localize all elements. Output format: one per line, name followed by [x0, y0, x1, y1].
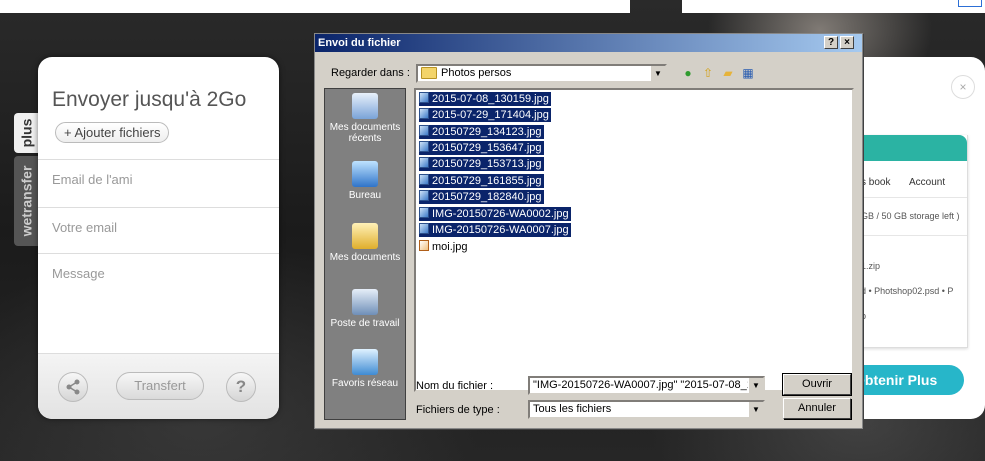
cancel-button[interactable]: Annuler	[783, 398, 851, 419]
list-item[interactable]: IMG-20150726-WA0007.jpg	[419, 223, 571, 237]
place-my-documents[interactable]: Mes documents	[325, 223, 405, 263]
places-bar: Mes documents récents Bureau Mes documen…	[324, 88, 406, 420]
folder-icon	[421, 67, 437, 80]
new-folder-icon[interactable]: ▰	[720, 65, 736, 81]
recent-documents-icon	[352, 93, 378, 119]
list-item[interactable]: moi.jpg	[419, 240, 469, 254]
add-files-button[interactable]: + Ajouter fichiers	[55, 122, 170, 143]
share-icon	[66, 379, 80, 395]
share-button[interactable]	[58, 372, 88, 402]
image-file-icon	[419, 157, 429, 168]
dialog-title: Envoi du fichier	[315, 34, 862, 52]
page-top-bar-right	[682, 0, 985, 13]
desktop-icon	[352, 161, 378, 187]
help-title-button[interactable]: ?	[824, 36, 838, 49]
image-file-icon	[419, 125, 429, 136]
promo-card-header	[849, 135, 967, 161]
image-file-icon	[419, 174, 429, 185]
image-file-icon	[419, 190, 429, 201]
view-menu-icon[interactable]: ▦	[740, 65, 756, 81]
image-file-icon	[419, 108, 429, 119]
side-tabs: plus wetransfer	[14, 113, 38, 246]
message-field[interactable]: Message	[38, 253, 279, 353]
promo-card: s book Account GB / 50 GB storage left )…	[848, 135, 968, 348]
place-desktop[interactable]: Bureau	[325, 161, 405, 201]
my-documents-icon	[352, 223, 378, 249]
place-recent[interactable]: Mes documents récents	[325, 93, 405, 144]
chevron-down-icon[interactable]: ▼	[748, 402, 763, 417]
panel-footer: Transfert ?	[38, 353, 279, 419]
list-item[interactable]: 20150729_134123.jpg	[419, 125, 544, 139]
transfer-button[interactable]: Transfert	[116, 372, 204, 400]
chevron-down-icon[interactable]: ▼	[748, 378, 763, 393]
page-top-bar	[0, 0, 630, 13]
filename-field[interactable]: "IMG-20150726-WA0007.jpg" "2015-07-08_13…	[528, 376, 765, 395]
top-link[interactable]	[958, 0, 982, 7]
open-button[interactable]: Ouvrir	[782, 373, 852, 396]
network-icon	[352, 349, 378, 375]
back-icon[interactable]: ●	[680, 65, 696, 81]
image-file-icon	[419, 92, 429, 103]
promo-panel: × s book Account GB / 50 GB storage left…	[836, 57, 985, 419]
upload-panel: Envoyer jusqu'à 2Go + Ajouter fichiers E…	[38, 57, 279, 419]
divider	[849, 197, 967, 198]
list-item[interactable]: 20150729_153647.jpg	[419, 141, 544, 155]
filename-label: Nom du fichier :	[416, 380, 494, 392]
help-button[interactable]: ?	[226, 372, 256, 402]
promo-file: d • Photshop02.psd • P	[861, 286, 954, 296]
list-item[interactable]: 20150729_161855.jpg	[419, 174, 544, 188]
place-network[interactable]: Favoris réseau	[325, 349, 405, 389]
up-folder-icon[interactable]: ⇧	[700, 65, 716, 81]
your-email-field[interactable]: Votre email	[38, 207, 279, 251]
filetype-label: Fichiers de type :	[416, 404, 500, 416]
file-list[interactable]: 2015-07-08_130159.jpg 2015-07-29_171404.…	[414, 88, 854, 392]
storage-text: GB / 50 GB storage left )	[861, 211, 960, 221]
look-in-combo[interactable]: Photos persos ▼	[416, 64, 667, 83]
list-item[interactable]: 2015-07-08_130159.jpg	[419, 92, 551, 106]
image-file-icon	[419, 240, 429, 251]
file-dialog: Envoi du fichier ? × Regarder dans : Pho…	[314, 33, 863, 429]
filetype-combo[interactable]: Tous les fichiers ▼	[528, 400, 765, 419]
image-file-icon	[419, 223, 429, 234]
promo-file: 1.zip	[861, 261, 881, 271]
promo-tab-account: Account	[909, 177, 946, 188]
promo-tab-book: s book	[861, 177, 891, 188]
look-in-label: Regarder dans :	[331, 67, 410, 79]
email-friend-field[interactable]: Email de l'ami	[38, 159, 279, 203]
list-item[interactable]: 20150729_182840.jpg	[419, 190, 544, 204]
panel-title: Envoyer jusqu'à 2Go	[52, 88, 247, 111]
list-item[interactable]: 2015-07-29_171404.jpg	[419, 108, 551, 122]
tab-plus[interactable]: plus	[14, 113, 38, 153]
image-file-icon	[419, 207, 429, 218]
divider	[849, 235, 967, 236]
list-item[interactable]: IMG-20150726-WA0002.jpg	[419, 207, 571, 221]
chevron-down-icon[interactable]: ▼	[650, 66, 665, 81]
tab-wetransfer[interactable]: wetransfer	[14, 156, 38, 246]
close-title-button[interactable]: ×	[840, 36, 854, 49]
place-my-computer[interactable]: Poste de travail	[325, 289, 405, 329]
list-item[interactable]: 20150729_153713.jpg	[419, 157, 544, 171]
my-computer-icon	[352, 289, 378, 315]
image-file-icon	[419, 141, 429, 152]
close-icon[interactable]: ×	[951, 75, 975, 99]
